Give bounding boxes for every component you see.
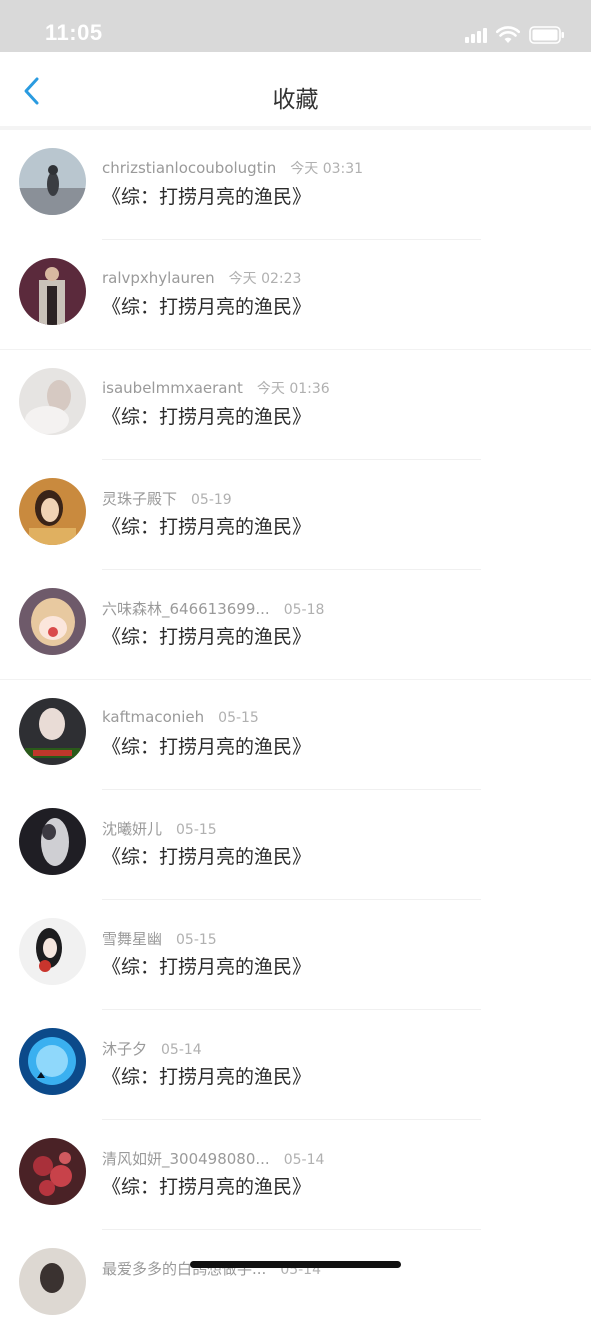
item-title[interactable]: 《综：打捞月亮的渔民》 (102, 1172, 311, 1199)
timestamp: 05-15 (176, 932, 217, 948)
list-item[interactable]: chrizstianlocoubolugtin 今天 03:31 《综：打捞月亮的… (0, 130, 591, 240)
item-title[interactable]: 《综：打捞月亮的渔民》 (102, 1062, 311, 1089)
item-meta: 沐子夕 05-14 (102, 1038, 202, 1059)
item-title[interactable]: 《综：打捞月亮的渔民》 (102, 622, 311, 649)
item-title[interactable]: 《综：打捞月亮的渔民》 (102, 402, 311, 429)
battery-icon (529, 26, 565, 44)
item-meta: isaubelmmxaerant 今天 01:36 (102, 378, 330, 398)
username[interactable]: 灵珠子殿下 (102, 490, 177, 508)
avatar[interactable] (19, 258, 86, 325)
avatar[interactable] (19, 1138, 86, 1205)
item-meta: ralvpxhylauren 今天 02:23 (102, 268, 301, 288)
item-title[interactable]: 《综：打捞月亮的渔民》 (102, 292, 311, 319)
item-title[interactable]: 《综：打捞月亮的渔民》 (102, 952, 311, 979)
username[interactable]: 沐子夕 (102, 1040, 147, 1058)
avatar[interactable] (19, 148, 86, 215)
home-indicator[interactable] (190, 1261, 401, 1268)
username[interactable]: kaftmaconieh (102, 708, 204, 726)
avatar[interactable] (19, 698, 86, 765)
item-meta: kaftmaconieh 05-15 (102, 708, 259, 726)
avatar[interactable] (19, 588, 86, 655)
cellular-signal-icon (465, 27, 487, 43)
timestamp: 今天 02:23 (228, 271, 302, 287)
status-bar: 11:05 (0, 0, 591, 52)
list-item[interactable]: isaubelmmxaerant 今天 01:36 《综：打捞月亮的渔民》 (0, 350, 591, 460)
timestamp: 今天 01:36 (256, 381, 330, 397)
list-item[interactable]: 沐子夕 05-14 《综：打捞月亮的渔民》 (0, 1010, 591, 1120)
favorites-list: chrizstianlocoubolugtin 今天 03:31 《综：打捞月亮的… (0, 130, 591, 1340)
timestamp: 今天 03:31 (290, 161, 364, 177)
timestamp: 05-14 (161, 1042, 202, 1058)
item-meta: 六味森林_646613699... 05-18 (102, 598, 324, 619)
list-item[interactable]: 最爱多多的白鸽想做手... 05-14 (0, 1230, 591, 1340)
page-title: 收藏 (272, 87, 319, 113)
avatar[interactable] (19, 368, 86, 435)
navigation-bar: 收藏 (0, 52, 591, 126)
item-meta: 沈曦妍儿 05-15 (102, 818, 217, 839)
item-title[interactable]: 《综：打捞月亮的渔民》 (102, 842, 311, 869)
username[interactable]: ralvpxhylauren (102, 269, 215, 287)
timestamp: 05-15 (218, 710, 259, 726)
timestamp: 05-15 (176, 822, 217, 838)
username[interactable]: 沈曦妍儿 (102, 820, 162, 838)
item-meta: chrizstianlocoubolugtin 今天 03:31 (102, 158, 363, 178)
status-time: 11:05 (45, 20, 103, 45)
username[interactable]: chrizstianlocoubolugtin (102, 159, 276, 177)
avatar[interactable] (19, 478, 86, 545)
avatar[interactable] (19, 808, 86, 875)
username[interactable]: 六味森林_646613699... (102, 600, 270, 618)
username[interactable]: 雪舞星幽 (102, 930, 162, 948)
timestamp: 05-18 (283, 602, 325, 618)
avatar[interactable] (19, 1028, 86, 1095)
list-item[interactable]: 雪舞星幽 05-15 《综：打捞月亮的渔民》 (0, 900, 591, 1010)
status-icons (465, 24, 565, 46)
item-meta: 雪舞星幽 05-15 (102, 928, 217, 949)
item-title[interactable]: 《综：打捞月亮的渔民》 (102, 182, 311, 209)
list-item[interactable]: 清风如妍_300498080... 05-14 《综：打捞月亮的渔民》 (0, 1120, 591, 1230)
username[interactable]: 清风如妍_300498080... (102, 1150, 270, 1168)
item-title[interactable]: 《综：打捞月亮的渔民》 (102, 512, 311, 539)
username[interactable]: isaubelmmxaerant (102, 379, 243, 397)
avatar[interactable] (19, 1248, 86, 1315)
list-item[interactable]: 沈曦妍儿 05-15 《综：打捞月亮的渔民》 (0, 790, 591, 900)
list-item[interactable]: ralvpxhylauren 今天 02:23 《综：打捞月亮的渔民》 (0, 240, 591, 350)
timestamp: 05-19 (191, 492, 232, 508)
list-item[interactable]: 灵珠子殿下 05-19 《综：打捞月亮的渔民》 (0, 460, 591, 570)
item-meta: 清风如妍_300498080... 05-14 (102, 1148, 324, 1169)
list-item[interactable]: 六味森林_646613699... 05-18 《综：打捞月亮的渔民》 (0, 570, 591, 680)
item-title[interactable]: 《综：打捞月亮的渔民》 (102, 732, 311, 759)
wifi-icon (496, 26, 520, 44)
item-meta: 灵珠子殿下 05-19 (102, 488, 232, 509)
list-item[interactable]: kaftmaconieh 05-15 《综：打捞月亮的渔民》 (0, 680, 591, 790)
avatar[interactable] (19, 918, 86, 985)
timestamp: 05-14 (283, 1152, 325, 1168)
